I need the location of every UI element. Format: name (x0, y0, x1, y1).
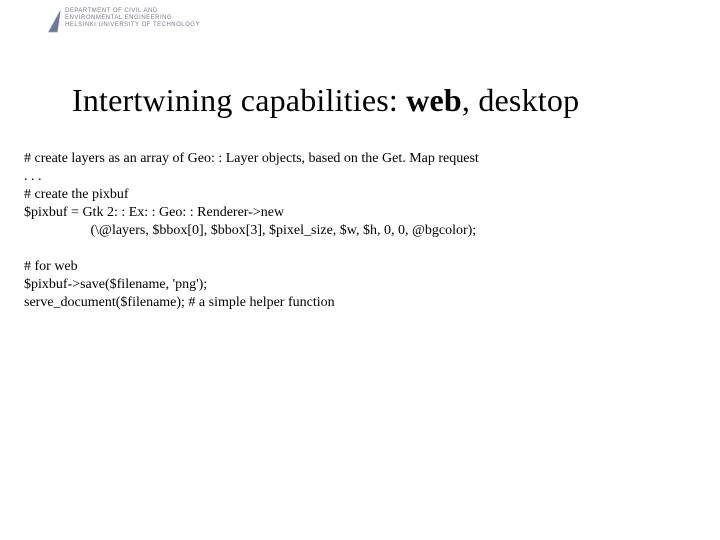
code-line-3: # create the pixbuf (24, 187, 129, 202)
logo-icon (48, 10, 60, 32)
header-logo-area: DEPARTMENT OF CIVIL AND ENVIRONMENTAL EN… (50, 8, 200, 32)
logo-text-block: DEPARTMENT OF CIVIL AND ENVIRONMENTAL EN… (65, 8, 200, 29)
org-line-3: HELSINKI UNIVERSITY OF TECHNOLOGY (65, 22, 200, 29)
code-line-9: serve_document($filename); # a simple he… (24, 295, 335, 310)
code-block: # create layers as an array of Geo: : La… (24, 150, 479, 312)
org-line-1: DEPARTMENT OF CIVIL AND (65, 8, 200, 15)
code-line-8: $pixbuf->save($filename, 'png'); (24, 277, 207, 292)
title-part-2: , desktop (462, 82, 579, 118)
code-line-2: . . . (24, 169, 42, 184)
code-line-5: (\@layers, $bbox[0], $bbox[3], $pixel_si… (24, 223, 476, 238)
title-part-1: Intertwining capabilities: (72, 82, 406, 118)
slide-title: Intertwining capabilities: web, desktop (72, 82, 579, 119)
title-bold: web (406, 82, 462, 118)
slide-container: DEPARTMENT OF CIVIL AND ENVIRONMENTAL EN… (0, 0, 720, 540)
code-line-4: $pixbuf = Gtk 2: : Ex: : Geo: : Renderer… (24, 205, 284, 220)
code-line-1: # create layers as an array of Geo: : La… (24, 151, 479, 166)
code-line-7: # for web (24, 259, 78, 274)
org-line-2: ENVIRONMENTAL ENGINEERING (65, 15, 200, 22)
